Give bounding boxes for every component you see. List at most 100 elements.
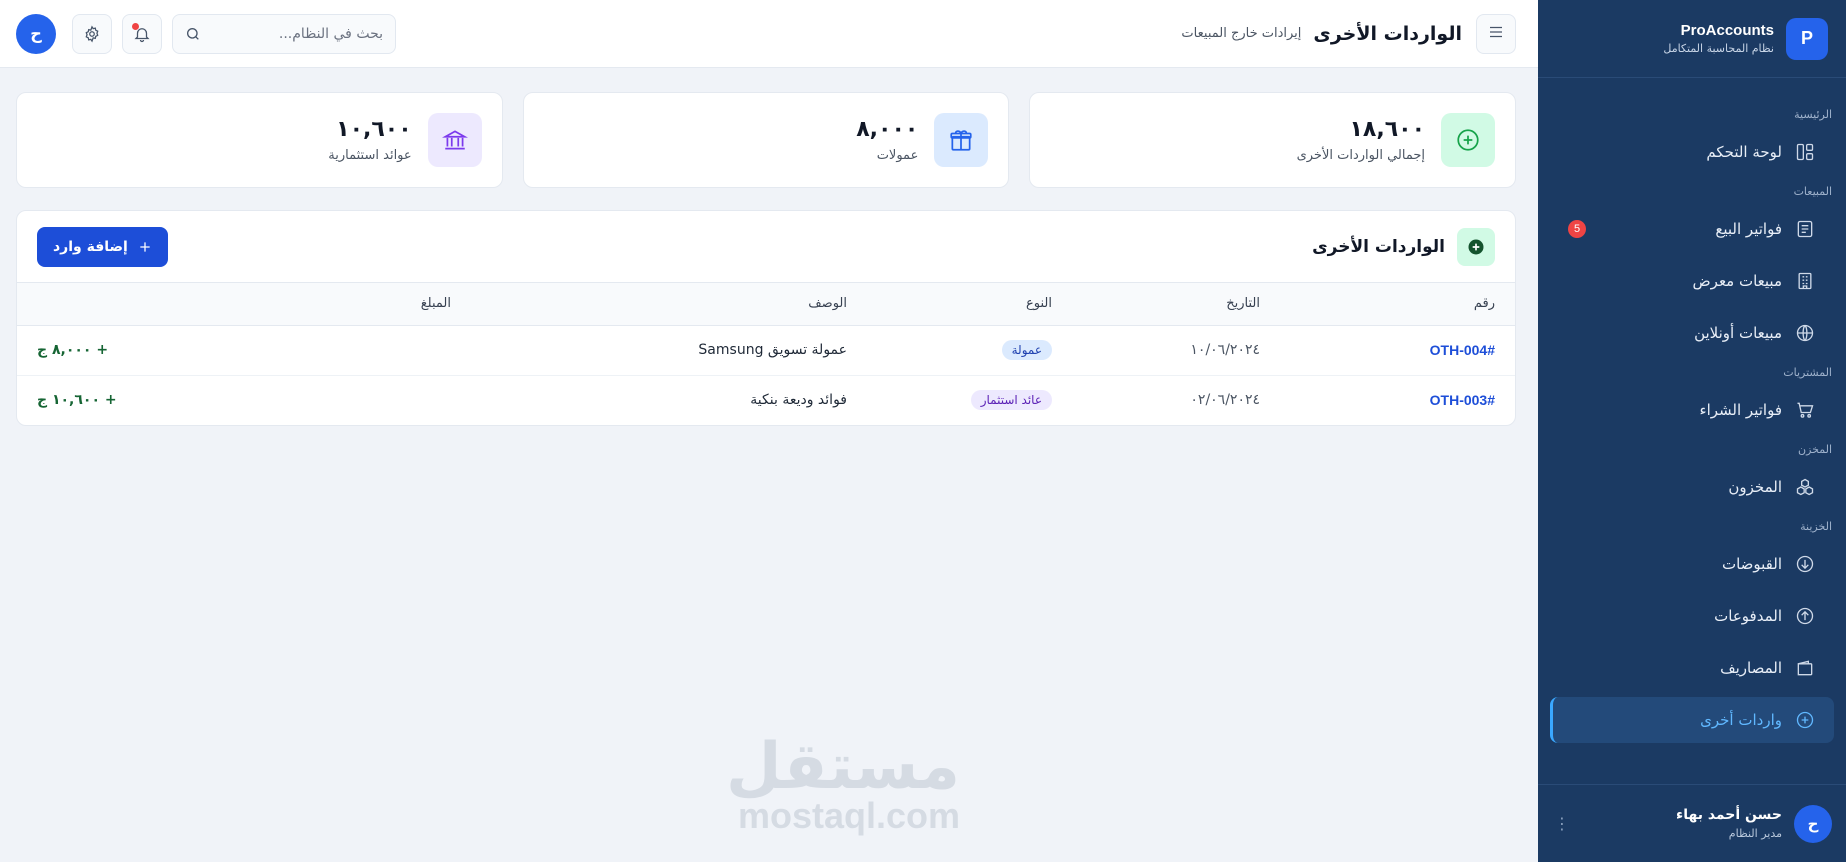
settings-button[interactable] [72, 13, 112, 54]
watermark-arabic: مستقل [725, 730, 960, 804]
sidebar-item-inventory[interactable]: المخزون [1550, 464, 1834, 510]
stat-label: عوائد استثمارية [328, 148, 412, 163]
sidebar-item-label: المدفوعات [1714, 607, 1782, 625]
nav-section-title: المخزن [1797, 443, 1832, 456]
hamburger-icon [1487, 23, 1505, 45]
sidebar-item-dashboard[interactable]: لوحة التحكم [1550, 129, 1834, 175]
sidebar-item-receipts[interactable]: القبوضات [1550, 541, 1834, 587]
nav-section-title: المشتريات [1783, 366, 1832, 379]
stat-value: ١٨,٦٠٠ [1349, 117, 1426, 142]
notification-dot [132, 22, 139, 30]
sidebar: P ProAccounts نظام المحاسبة المتكامل الر… [1538, 0, 1846, 862]
type-badge: عمولة [1001, 340, 1052, 360]
plus-circle-icon [1441, 113, 1495, 167]
user-profile[interactable]: ح حسن أحمد بهاء مدير النظام ⋮ [1538, 784, 1846, 862]
bank-icon [427, 113, 482, 167]
user-name: حسن أحمد بهاء [1676, 807, 1782, 823]
brand: P ProAccounts نظام المحاسبة المتكامل [1538, 0, 1846, 78]
invoice-icon [1794, 218, 1816, 240]
add-revenue-button[interactable]: إضافة وارد [37, 226, 168, 267]
sidebar-item-label: مبيعات معرض [1692, 272, 1782, 290]
arrow-down-circle-icon [1794, 553, 1816, 575]
stat-card-commissions: ٨,٠٠٠ عمولات [522, 92, 1010, 188]
revenue-amount: + ١٠,٦٠٠ ج [37, 392, 117, 409]
user-role: مدير النظام [1728, 827, 1782, 840]
search-box [172, 13, 396, 54]
search-icon [185, 26, 201, 42]
stat-value: ٨,٠٠٠ [856, 117, 919, 142]
revenue-description: فوائد وديعة بنكية [750, 392, 847, 409]
page-title: الواردات الأخرى [1313, 22, 1462, 45]
revenue-date: ١٠/٠٦/٢٠٢٤ [1072, 325, 1280, 376]
revenue-date: ٠٢/٠٦/٢٠٢٤ [1190, 392, 1260, 409]
column-header[interactable]: النوع [867, 283, 1072, 326]
sidebar-item-label: القبوضات [1721, 555, 1782, 573]
sidebar-item-other-revenues[interactable]: واردات أخرى [1550, 697, 1834, 743]
watermark: مستقل mostaql.com [725, 730, 960, 837]
sidebar-item-sales-invoices[interactable]: فواتير البيع 5 [1550, 206, 1834, 252]
revenue-description: عمولة تسويق Samsung [471, 325, 867, 376]
menu-toggle-button[interactable] [1476, 13, 1516, 54]
sidebar-nav: الرئيسية لوحة التحكم المبيعات فواتير الب… [1538, 78, 1846, 743]
type-badge: عائد استثمار [970, 390, 1052, 411]
nav-section-title: الرئيسية [1794, 108, 1832, 121]
more-options-icon[interactable]: ⋮ [1552, 814, 1572, 833]
arrow-up-circle-icon [1794, 605, 1816, 627]
sidebar-item-label: المخزون [1728, 478, 1782, 496]
globe-icon [1794, 322, 1816, 344]
revenue-ref-link[interactable]: OTH-003# [1280, 375, 1515, 425]
search-input[interactable] [209, 25, 383, 42]
sidebar-item-showroom-sales[interactable]: مبيعات معرض [1550, 258, 1834, 304]
sidebar-item-label: المصاريف [1720, 659, 1782, 677]
column-header[interactable]: التاريخ [1072, 283, 1280, 326]
top-header: الواردات الأخرى إيرادات خارج المبيعات ح [0, 0, 1538, 68]
dashboard-icon [1794, 141, 1816, 163]
stats-row: ١٨,٦٠٠ إجمالي الواردات الأخرى ٨,٠٠٠ عمول… [15, 92, 1516, 188]
sidebar-item-label: لوحة التحكم [1706, 143, 1782, 161]
notifications-button[interactable] [122, 13, 162, 54]
stat-card-investment: ١٠,٦٠٠ عوائد استثمارية [15, 92, 503, 188]
revenue-ref-link[interactable]: OTH-004# [1280, 325, 1515, 376]
sidebar-item-label: فواتير الشراء [1699, 401, 1782, 419]
sidebar-item-payments[interactable]: المدفوعات [1550, 593, 1834, 639]
revenues-table: رقم التاريخ النوع الوصف المبلغ OTH-004# … [17, 283, 1515, 425]
watermark-latin: mostaql.com [737, 795, 960, 836]
plus-circle-icon [1457, 227, 1495, 266]
table-row[interactable]: OTH-003# ٠٢/٠٦/٢٠٢٤ عائد استثمار فوائد و… [17, 375, 1515, 425]
nav-section-title: الخزينة [1800, 520, 1832, 533]
stat-card-total: ١٨,٦٠٠ إجمالي الواردات الأخرى [1029, 92, 1516, 188]
plus-circle-icon [1794, 709, 1816, 731]
stat-label: إجمالي الواردات الأخرى [1296, 148, 1425, 163]
brand-name: ProAccounts [1680, 22, 1774, 39]
table-row[interactable]: OTH-004# ١٠/٠٦/٢٠٢٤ عمولة عمولة تسويق Sa… [17, 325, 1515, 376]
building-icon [1794, 270, 1816, 292]
sidebar-item-label: فواتير البيع [1715, 220, 1782, 238]
avatar: ح [1794, 804, 1832, 843]
column-header[interactable]: رقم [1280, 283, 1515, 326]
card-title: الواردات الأخرى [1312, 236, 1445, 257]
sidebar-item-label: مبيعات أونلاين [1694, 324, 1782, 342]
gear-icon [83, 24, 101, 43]
column-header[interactable]: المبلغ [17, 283, 471, 326]
column-header[interactable]: الوصف [471, 283, 867, 326]
stat-label: عمولات [876, 148, 919, 163]
sidebar-item-online-sales[interactable]: مبيعات أونلاين [1550, 310, 1834, 356]
brand-logo: P [1786, 17, 1828, 60]
nav-section-title: المبيعات [1793, 185, 1832, 198]
count-badge: 5 [1568, 220, 1586, 238]
cart-icon [1794, 399, 1816, 421]
sidebar-item-purchase-invoices[interactable]: فواتير الشراء [1550, 387, 1834, 433]
table-header-row: رقم التاريخ النوع الوصف المبلغ [17, 283, 1515, 326]
brand-subtitle: نظام المحاسبة المتكامل [1663, 42, 1774, 55]
add-revenue-label: إضافة وارد [53, 238, 128, 255]
sidebar-item-expenses[interactable]: المصاريف [1550, 645, 1834, 691]
boxes-icon [1794, 476, 1816, 498]
page-subtitle: إيرادات خارج المبيعات [1181, 26, 1302, 41]
avatar[interactable]: ح [16, 13, 56, 54]
other-revenues-card: الواردات الأخرى إضافة وارد رقم التاريخ ا… [16, 210, 1516, 426]
card-header: الواردات الأخرى إضافة وارد [17, 211, 1515, 283]
revenue-amount: + ٨,٠٠٠ ج [17, 325, 471, 376]
sidebar-item-label: واردات أخرى [1700, 711, 1782, 729]
wallet-icon [1794, 657, 1816, 679]
plus-icon [138, 240, 152, 254]
